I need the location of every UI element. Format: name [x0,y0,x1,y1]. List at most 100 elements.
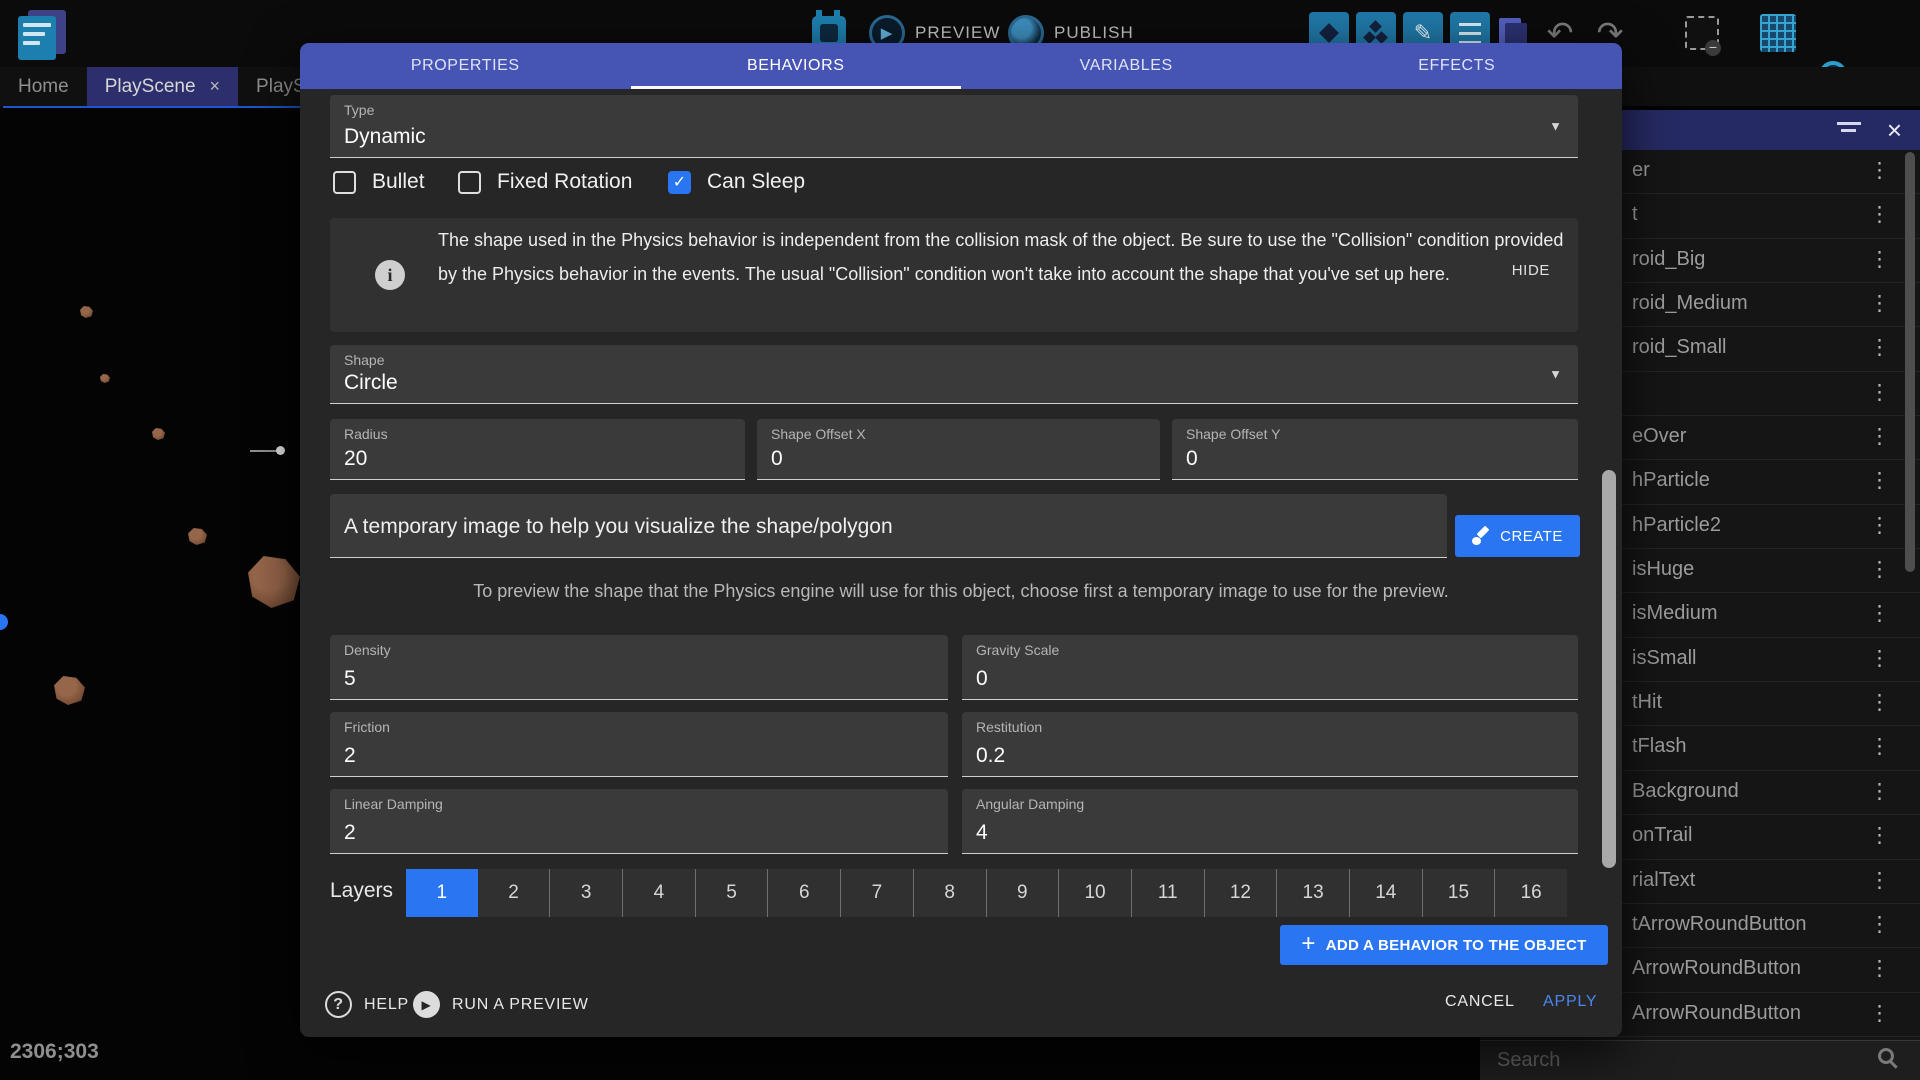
layer-cell-10[interactable]: 10 [1059,869,1132,917]
shape-offset-x-label: Shape Offset X [771,426,866,442]
dialog-tab-behaviors[interactable]: BEHAVIORS [631,43,962,89]
asteroid-sprite[interactable] [188,528,207,545]
layer-cell-2[interactable]: 2 [478,869,551,917]
density-value: 5 [344,667,356,691]
object-label: roid_Small [1632,336,1726,359]
kebab-menu-icon[interactable]: ⋮ [1869,513,1890,538]
project-manager-icon[interactable] [16,8,68,60]
checkbox-row: Bullet Fixed Rotation ✓ Can Sleep [330,170,1578,205]
layer-cell-16[interactable]: 16 [1495,869,1567,917]
kebab-menu-icon[interactable]: ⋮ [1869,380,1890,405]
friction-field[interactable]: Friction 2 [330,712,948,777]
angular-damping-field[interactable]: Angular Damping 4 [962,789,1578,854]
kebab-menu-icon[interactable]: ⋮ [1869,247,1890,272]
grid-icon[interactable] [1758,12,1798,54]
run-preview-button[interactable]: ▶ RUN A PREVIEW [413,991,589,1018]
asteroid-sprite[interactable] [80,306,93,318]
linear-damping-value: 2 [344,821,356,845]
asteroid-sprite[interactable] [152,428,165,440]
asteroid-sprite[interactable] [248,556,300,608]
clear-selection-icon[interactable] [1682,12,1722,54]
layer-cell-3[interactable]: 3 [550,869,623,917]
restitution-field[interactable]: Restitution 0.2 [962,712,1578,777]
create-button[interactable]: CREATE [1455,515,1580,557]
layer-cell-14[interactable]: 14 [1350,869,1423,917]
help-button[interactable]: ? HELP [325,991,409,1018]
layer-cell-7[interactable]: 7 [841,869,914,917]
layer-cell-11[interactable]: 11 [1132,869,1205,917]
kebab-menu-icon[interactable]: ⋮ [1869,734,1890,759]
filter-icon[interactable] [1837,122,1861,138]
kebab-menu-icon[interactable]: ⋮ [1869,158,1890,183]
radius-field[interactable]: Radius 20 [330,419,745,480]
can-sleep-checkbox[interactable]: ✓ Can Sleep [668,170,805,194]
tab-home[interactable]: Home [0,67,87,106]
objects-search-bar[interactable]: Search [1480,1040,1920,1080]
radius-label: Radius [344,426,388,442]
dialog-tab-effects[interactable]: EFFECTS [1292,43,1623,89]
asteroid-sprite[interactable] [54,676,85,705]
kebab-menu-icon[interactable]: ⋮ [1869,335,1890,360]
layer-cell-1[interactable]: 1 [406,869,478,917]
plus-icon: + [1301,930,1315,958]
kebab-menu-icon[interactable]: ⋮ [1869,823,1890,848]
close-tab-icon[interactable]: × [210,76,221,97]
linear-damping-label: Linear Damping [344,796,443,812]
layer-cell-5[interactable]: 5 [696,869,769,917]
asteroid-sprite[interactable] [100,374,110,383]
layer-cell-6[interactable]: 6 [768,869,841,917]
tab-playscene[interactable]: PlayScene × [87,67,238,106]
kebab-menu-icon[interactable]: ⋮ [1869,468,1890,493]
dialog-tab-variables[interactable]: VARIABLES [961,43,1292,89]
fixed-rotation-checkbox[interactable]: Fixed Rotation [458,170,632,194]
question-icon: ? [325,991,352,1018]
project-manager-icon-front [18,16,56,60]
instance-marker-dot[interactable] [276,446,285,455]
kebab-menu-icon[interactable]: ⋮ [1869,646,1890,671]
kebab-menu-icon[interactable]: ⋮ [1869,601,1890,626]
friction-label: Friction [344,719,390,735]
temp-image-field[interactable]: A temporary image to help you visualize … [330,494,1447,558]
gravity-scale-field[interactable]: Gravity Scale 0 [962,635,1578,700]
can-sleep-label: Can Sleep [707,170,805,194]
kebab-menu-icon[interactable]: ⋮ [1869,202,1890,227]
publish-label: PUBLISH [1054,23,1134,43]
kebab-menu-icon[interactable]: ⋮ [1869,912,1890,937]
kebab-menu-icon[interactable]: ⋮ [1869,690,1890,715]
close-panel-icon[interactable]: × [1887,117,1902,143]
kebab-menu-icon[interactable]: ⋮ [1869,1001,1890,1026]
linear-damping-field[interactable]: Linear Damping 2 [330,789,948,854]
density-field[interactable]: Density 5 [330,635,948,700]
grid-glyph [1760,14,1796,52]
kebab-menu-icon[interactable]: ⋮ [1869,291,1890,316]
object-label: isSmall [1632,647,1696,670]
kebab-menu-icon[interactable]: ⋮ [1869,868,1890,893]
kebab-menu-icon[interactable]: ⋮ [1869,956,1890,981]
apply-button[interactable]: APPLY [1543,993,1597,1011]
layer-cell-8[interactable]: 8 [914,869,987,917]
layer-cell-4[interactable]: 4 [623,869,696,917]
add-behavior-button[interactable]: + ADD A BEHAVIOR TO THE OBJECT [1280,925,1608,965]
object-label: tHit [1632,691,1662,714]
dialog-scrollbar[interactable] [1602,470,1616,868]
cancel-button[interactable]: CANCEL [1445,993,1515,1011]
kebab-menu-icon[interactable]: ⋮ [1869,424,1890,449]
layer-cell-15[interactable]: 15 [1423,869,1496,917]
type-dropdown[interactable]: Type Dynamic ▼ [330,95,1578,158]
kebab-menu-icon[interactable]: ⋮ [1869,779,1890,804]
bullet-label: Bullet [372,170,425,194]
shape-dropdown[interactable]: Shape Circle ▼ [330,345,1578,404]
object-label: onTrail [1632,824,1692,847]
layer-cell-12[interactable]: 12 [1205,869,1278,917]
bullet-checkbox[interactable]: Bullet [333,170,425,194]
search-input[interactable]: Search [1497,1049,1560,1072]
kebab-menu-icon[interactable]: ⋮ [1869,557,1890,582]
dialog-tab-properties[interactable]: PROPERTIES [300,43,631,89]
shape-offset-y-field[interactable]: Shape Offset Y 0 [1172,419,1578,480]
shape-offset-x-field[interactable]: Shape Offset X 0 [757,419,1160,480]
layer-cell-13[interactable]: 13 [1277,869,1350,917]
checkbox-box [458,171,481,194]
layer-cell-9[interactable]: 9 [987,869,1060,917]
panel-scrollbar[interactable] [1905,152,1915,572]
hide-button[interactable]: HIDE [1512,262,1550,279]
